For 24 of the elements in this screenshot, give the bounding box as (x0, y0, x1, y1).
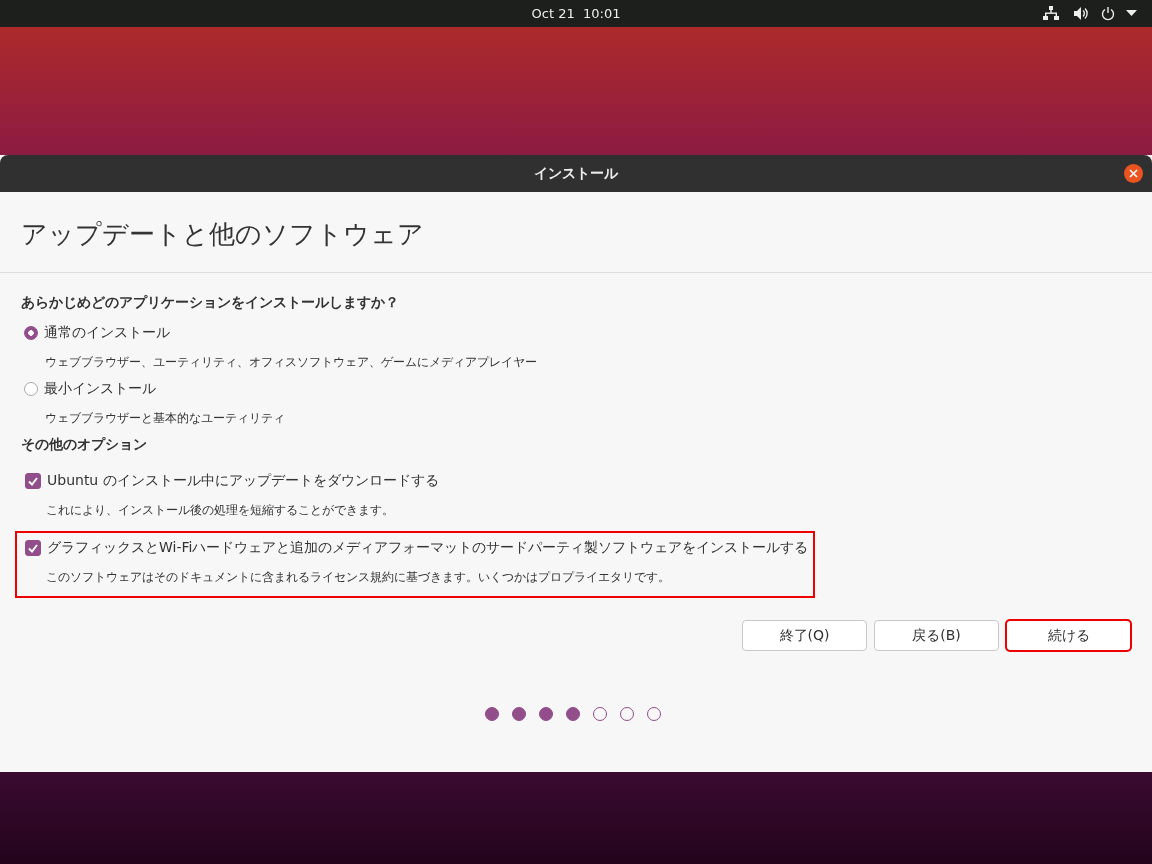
option-label[interactable]: グラフィックスとWi-Fiハードウェアと追加のメディアフォーマットのサードパーティ製ソフトウェアをインストールする (47, 539, 809, 557)
checkbox[interactable] (25, 540, 41, 556)
section-heading: あらかじめどのアプリケーションをインストールしますか？ (21, 294, 400, 312)
network-icon[interactable] (1043, 6, 1059, 21)
speaker-icon[interactable] (1073, 6, 1089, 21)
option-description: これにより、インストール後の処理を短縮することができます。 (45, 502, 395, 519)
option-label[interactable]: 通常のインストール (44, 324, 170, 342)
radio-button[interactable] (24, 326, 38, 340)
radio-button[interactable] (24, 382, 38, 396)
section-heading: その他のオプション (21, 436, 148, 454)
checkbox[interactable] (25, 473, 41, 489)
option-label[interactable]: Ubuntu のインストール中にアップデートをダウンロードする (47, 472, 439, 490)
dialog-button[interactable]: 戻る(B) (874, 620, 999, 651)
page-title: アップデートと他のソフトウェア (0, 192, 1152, 273)
option-description: ウェブブラウザーと基本的なユーティリティ (44, 410, 286, 427)
dialog-button[interactable]: 終了(Q) (742, 620, 867, 651)
dropdown-caret-icon[interactable] (1126, 10, 1137, 17)
power-icon[interactable] (1101, 6, 1115, 21)
option-description: ウェブブラウザー、ユーティリティ、オフィスソフトウェア、ゲームにメディアプレイヤー (44, 354, 538, 371)
close-icon[interactable] (1124, 164, 1143, 183)
window-title: インストール (534, 164, 618, 183)
option-label[interactable]: 最小インストール (44, 380, 156, 398)
dialog-button[interactable]: 続ける (1006, 620, 1131, 651)
option-description: このソフトウェアはそのドキュメントに含まれるライセンス規約に基づきます。いくつかはプロプライエタリです。 (45, 569, 671, 586)
